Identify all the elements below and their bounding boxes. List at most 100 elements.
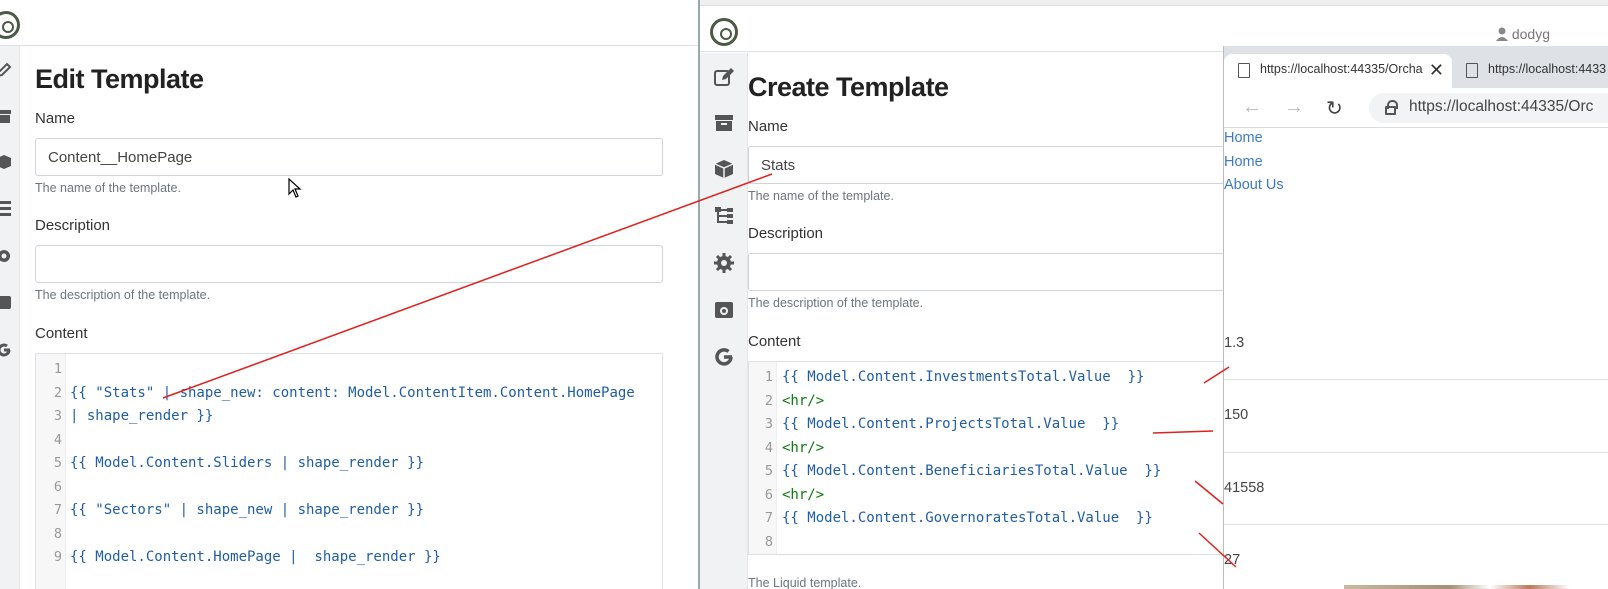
browser-tabstrip: https://localhost:44335/Orcha ✕ https://…	[1224, 46, 1608, 88]
name-help-text: The name of the template.	[35, 181, 181, 195]
address-text: https://localhost:44335/Orc	[1409, 98, 1594, 115]
cube-icon[interactable]	[0, 150, 16, 174]
stat-governorates-total: 27	[1224, 552, 1241, 568]
line-number: 3	[764, 416, 773, 432]
line-number: 2	[53, 385, 62, 401]
name-help-text: The name of the template.	[748, 189, 894, 203]
tab-title: https://localhost:44335/Orcha	[1260, 62, 1423, 76]
description-help-text: The description of the template.	[748, 296, 924, 310]
code-line: <hr/>	[782, 393, 825, 409]
description-input[interactable]	[35, 245, 663, 283]
back-arrow-icon[interactable]: ←	[1242, 96, 1262, 119]
code-editor[interactable]: 1 2 {{ "Stats" | shape_new: content: Mod…	[35, 353, 663, 589]
archive-icon[interactable]	[712, 111, 736, 135]
code-line: {{ "Stats" | shape_new: content: Model.C…	[70, 385, 635, 401]
top-navbar	[0, 0, 698, 46]
line-number: 5	[764, 463, 773, 479]
page-title: Edit Template	[35, 64, 204, 94]
page-icon	[1238, 63, 1250, 78]
edit-template-window: Edit Template Name Content__HomePage The…	[0, 0, 698, 589]
tab-title: https://localhost:4433	[1488, 62, 1607, 76]
name-label: Name	[748, 118, 789, 135]
description-label: Description	[35, 217, 111, 234]
name-input[interactable]: Stats	[748, 146, 1268, 184]
edit-icon[interactable]	[0, 58, 16, 82]
browser-tab[interactable]: https://localhost:4433	[1452, 54, 1608, 88]
page-icon	[1466, 63, 1478, 78]
close-tab-icon[interactable]: ✕	[1429, 60, 1444, 81]
code-editor[interactable]: 1 {{ Model.Content.InvestmentsTotal.Valu…	[748, 361, 1268, 555]
user-menu[interactable]: dodyg	[1495, 26, 1550, 42]
line-number: 8	[764, 534, 773, 550]
forward-arrow-icon[interactable]: →	[1284, 96, 1304, 119]
reload-icon[interactable]: ↻	[1326, 96, 1343, 121]
nav-link-home-2[interactable]: Home	[1224, 154, 1263, 170]
code-line: {{ Model.Content.Sliders | shape_render …	[70, 455, 425, 471]
page-title: Create Template	[748, 72, 949, 102]
list-icon[interactable]	[0, 196, 16, 220]
line-number: 2	[764, 393, 773, 409]
cube-icon[interactable]	[712, 157, 736, 181]
browser-preview-window: https://localhost:44335/Orcha ✕ https://…	[1223, 46, 1608, 589]
description-label: Description	[748, 225, 824, 242]
admin-sidebar	[700, 53, 748, 589]
description-input[interactable]	[748, 253, 1268, 291]
divider	[1224, 379, 1608, 380]
browser-toolbar: ← → ↻ https://localhost:44335/Orc	[1224, 88, 1608, 128]
sitemap-icon[interactable]	[712, 204, 736, 228]
line-number: 3	[53, 408, 62, 424]
line-number: 4	[53, 432, 62, 448]
stat-beneficiaries-total: 41558	[1224, 480, 1265, 496]
name-label: Name	[35, 110, 76, 127]
description-help-text: The description of the template.	[35, 288, 211, 302]
line-number: 6	[53, 479, 62, 495]
divider	[1224, 452, 1608, 453]
camera-icon[interactable]	[0, 290, 16, 314]
content-label: Content	[35, 325, 88, 342]
user-name: dodyg	[1511, 26, 1550, 42]
nav-link-about-us[interactable]: About Us	[1224, 177, 1284, 193]
content-help-text: The Liquid template.	[748, 576, 862, 589]
divider	[1224, 524, 1608, 525]
line-number: 4	[764, 440, 773, 456]
user-icon	[1495, 27, 1508, 41]
code-line: {{ Model.Content.HomePage | shape_render…	[70, 549, 441, 565]
code-line: <hr/>	[782, 487, 825, 503]
code-line: {{ "Sectors" | shape_new | shape_render …	[70, 502, 425, 518]
name-input[interactable]: Content__HomePage	[35, 138, 663, 176]
address-bar[interactable]: https://localhost:44335/Orc	[1369, 93, 1608, 123]
code-line: {{ Model.Content.BeneficiariesTotal.Valu…	[782, 463, 1162, 479]
stat-investments-total: 1.3	[1224, 335, 1245, 351]
gear-icon[interactable]	[712, 251, 736, 275]
mouse-cursor-icon	[288, 178, 302, 198]
camera-icon[interactable]	[712, 298, 736, 322]
archive-icon[interactable]	[0, 104, 16, 128]
lock-icon	[1385, 100, 1398, 115]
nav-link-home[interactable]: Home	[1224, 130, 1263, 146]
line-number: 7	[53, 502, 62, 518]
code-line: {{ Model.Content.ProjectsTotal.Value }}	[782, 416, 1120, 432]
line-number: 5	[53, 455, 62, 471]
code-line: <hr/>	[782, 440, 825, 456]
code-line: {{ Model.Content.InvestmentsTotal.Value …	[782, 369, 1145, 385]
code-line: | shape_render }}	[70, 408, 214, 424]
google-icon[interactable]	[0, 338, 16, 362]
line-number: 1	[53, 361, 62, 377]
line-number: 7	[764, 510, 773, 526]
edit-icon[interactable]	[712, 65, 736, 89]
gear-icon[interactable]	[0, 244, 16, 268]
stat-projects-total: 150	[1224, 407, 1249, 423]
browser-tab-active[interactable]: https://localhost:44335/Orcha ✕	[1224, 54, 1452, 88]
line-number: 1	[764, 369, 773, 385]
orchard-logo-icon[interactable]	[0, 11, 20, 39]
line-number: 6	[764, 487, 773, 503]
code-line: {{ Model.Content.GovernoratesTotal.Value…	[782, 510, 1153, 526]
admin-sidebar	[0, 46, 20, 589]
screen: Edit Template Name Content__HomePage The…	[0, 0, 1608, 589]
line-number: 9	[53, 549, 62, 565]
content-label: Content	[748, 333, 801, 350]
google-icon[interactable]	[712, 345, 736, 369]
hero-image	[1344, 585, 1608, 589]
line-number: 8	[53, 526, 62, 542]
orchard-logo-icon[interactable]	[710, 18, 738, 46]
